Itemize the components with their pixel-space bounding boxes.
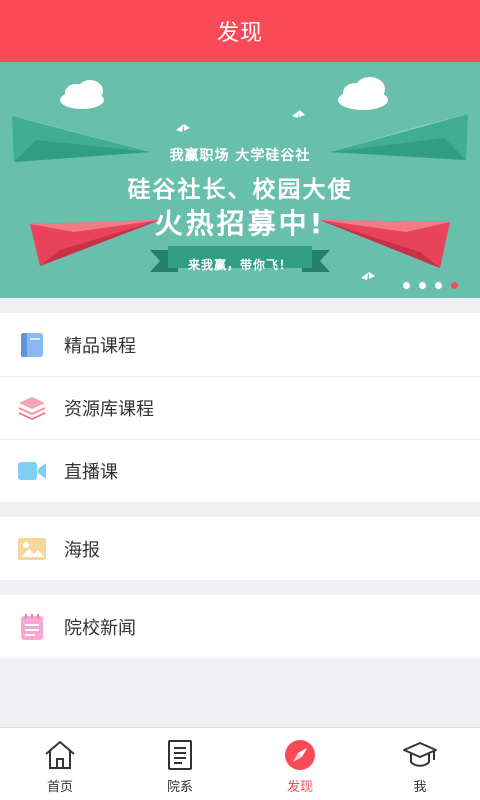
book-icon <box>16 329 48 361</box>
layers-icon <box>16 392 48 424</box>
document-list-icon <box>166 738 194 772</box>
menu-item-label: 直播课 <box>64 461 118 483</box>
banner-callout: 火热招募中! <box>154 207 326 240</box>
menu-item-premium-courses[interactable]: 精品课程 <box>0 313 480 376</box>
tab-label: 首页 <box>46 780 73 795</box>
image-icon <box>16 533 48 565</box>
compass-icon <box>284 738 316 772</box>
graduation-cap-icon <box>402 738 438 772</box>
menu-item-label: 资源库课程 <box>64 398 154 420</box>
menu-item-label: 精品课程 <box>64 335 136 357</box>
menu-item-resource-courses[interactable]: 资源库课程 <box>0 376 480 439</box>
menu-item-poster[interactable]: 海报 <box>0 517 480 580</box>
carousel-indicator <box>403 282 458 289</box>
banner-headline: 硅谷社长、校园大使 <box>127 177 353 203</box>
menu-item-school-news[interactable]: 院校新闻 <box>0 595 480 658</box>
menu-group-news: 院校新闻 <box>0 595 480 658</box>
notepad-icon <box>16 611 48 643</box>
tab-discover[interactable]: 发现 <box>240 728 360 800</box>
carousel-dot[interactable] <box>403 282 410 289</box>
cloud-right-icon <box>338 77 388 110</box>
menu-group-poster: 海报 <box>0 517 480 580</box>
menu-item-label: 院校新闻 <box>64 617 136 639</box>
menu-item-live-course[interactable]: 直播课 <box>0 439 480 502</box>
tab-departments[interactable]: 院系 <box>120 728 240 800</box>
carousel-dot[interactable] <box>435 282 442 289</box>
video-camera-icon <box>16 455 48 487</box>
tab-home[interactable]: 首页 <box>0 728 120 800</box>
carousel-dot-active[interactable] <box>451 282 458 289</box>
home-icon <box>43 738 77 772</box>
menu-item-label: 海报 <box>64 539 100 561</box>
top-bar: 发现 <box>0 0 480 62</box>
menu-group-courses: 精品课程 资源库课程 直播课 <box>0 313 480 502</box>
promo-banner[interactable]: 我赢职场 大学硅谷社 硅谷社长、校园大使 火热招募中! 来我赢，带你飞！ <box>0 62 480 298</box>
cloud-left-icon <box>60 80 104 109</box>
banner-subtitle: 我赢职场 大学硅谷社 <box>169 148 311 164</box>
tab-me[interactable]: 我 <box>360 728 480 800</box>
tab-label: 我 <box>413 780 427 795</box>
banner-ribbon-text: 来我赢，带你飞！ <box>187 258 292 272</box>
page-title: 发现 <box>216 21 263 46</box>
tab-label: 发现 <box>286 780 313 795</box>
tab-label: 院系 <box>166 780 193 795</box>
bottom-tab-bar: 首页 院系 发现 我 <box>0 727 480 800</box>
carousel-dot[interactable] <box>419 282 426 289</box>
